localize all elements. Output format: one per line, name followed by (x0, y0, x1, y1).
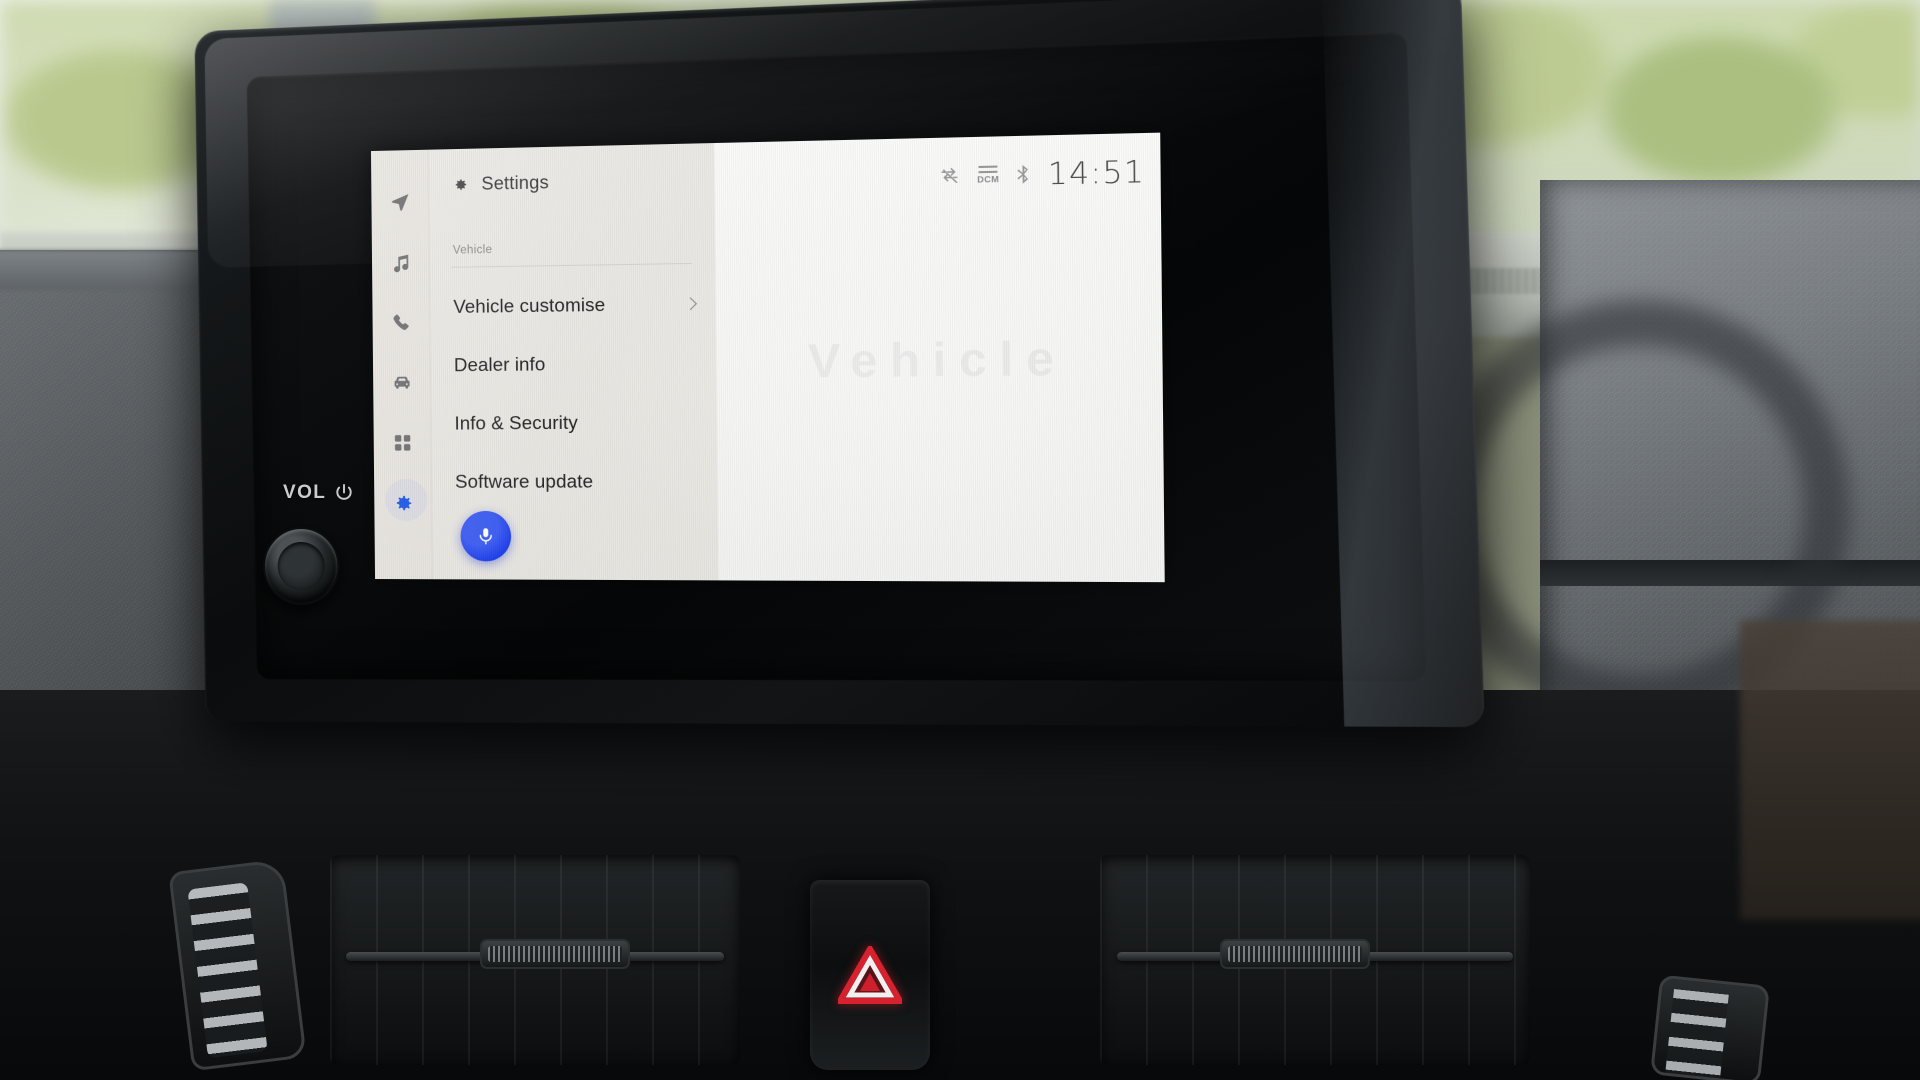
chevron-right-icon (683, 297, 698, 311)
volume-knob[interactable] (263, 526, 340, 606)
hazard-light-button[interactable] (810, 880, 930, 1070)
settings-header: Settings (429, 143, 715, 196)
menu-item-info-security[interactable]: Info & Security (431, 392, 717, 452)
rail-item-phone[interactable] (376, 292, 426, 353)
microphone-icon (476, 528, 496, 546)
rail-item-vehicle[interactable] (376, 352, 426, 413)
music-note-icon (393, 254, 407, 272)
dcm-signal-bars (978, 165, 998, 174)
hazard-triangle-icon (838, 946, 902, 1004)
settings-detail-pane: Vehicle DCM 14:51 (714, 132, 1165, 583)
content-watermark: Vehicle (807, 331, 1068, 388)
apps-grid-icon (393, 434, 410, 451)
infotainment-screen[interactable]: Settings Vehicle Vehicle customise Deale… (370, 132, 1165, 583)
rail-item-apps[interactable] (377, 413, 427, 473)
vent-adjuster[interactable] (1220, 939, 1370, 969)
air-vent-center-right (1100, 855, 1530, 1065)
bluetooth-icon (1015, 164, 1031, 185)
menu-item-label: Vehicle customise (453, 293, 606, 317)
rail-item-settings[interactable] (378, 473, 428, 533)
volume-power-label: VOL (283, 482, 355, 504)
menu-item-label: Info & Security (454, 411, 578, 434)
section-label: Vehicle (452, 243, 493, 257)
menu-item-label: Software update (454, 470, 594, 492)
app-rail (370, 149, 433, 580)
menu-item-dealer-info[interactable]: Dealer info (431, 333, 717, 394)
power-icon (336, 483, 352, 500)
side-air-vent-left (168, 858, 307, 1072)
rail-item-media[interactable] (375, 232, 425, 293)
navigation-arrow-icon (391, 193, 408, 211)
gear-icon (396, 495, 412, 510)
settings-menu-column: Settings Vehicle Vehicle customise Deale… (428, 143, 719, 581)
status-clock: 14:51 (1047, 153, 1146, 192)
car-icon (393, 375, 409, 389)
section-divider (450, 262, 692, 268)
voice-assistant-button[interactable] (460, 510, 512, 562)
vent-adjuster[interactable] (480, 939, 630, 969)
page-title: Settings (481, 172, 549, 194)
phone-icon (392, 314, 408, 330)
dcm-signal-icon: DCM (977, 165, 999, 185)
volume-label-text: VOL (283, 482, 327, 503)
door-trim (1740, 620, 1920, 920)
gear-icon (455, 179, 467, 190)
rail-item-navigation[interactable] (375, 172, 425, 233)
data-transfer-off-icon (937, 164, 961, 187)
settings-menu-list: Vehicle customise Dealer info Info & Sec… (430, 274, 718, 511)
menu-item-vehicle-customise[interactable]: Vehicle customise (430, 274, 716, 337)
menu-item-label: Dealer info (453, 353, 546, 376)
air-vent-center-left (330, 855, 740, 1065)
dcm-label: DCM (977, 174, 1000, 185)
side-air-vent-right (1650, 974, 1770, 1080)
menu-item-software-update[interactable]: Software update (432, 452, 718, 511)
status-bar: DCM 14:51 (937, 154, 1145, 194)
scene: VOL Settings Vehicle Vehicle customise D… (0, 0, 1920, 1080)
